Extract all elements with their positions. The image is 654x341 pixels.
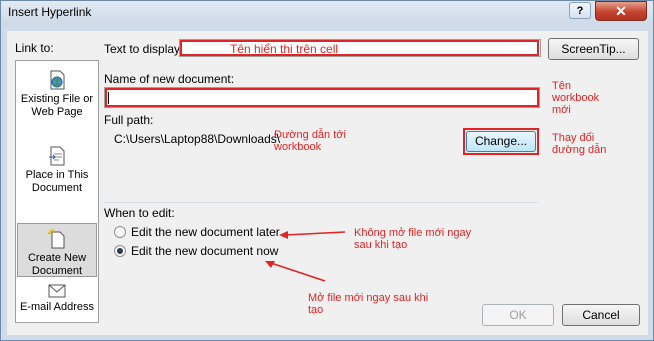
annotation-arrows [265, 231, 346, 282]
close-button[interactable]: ✕ [595, 1, 647, 21]
ok-button[interactable]: OK [482, 304, 554, 326]
insert-hyperlink-dialog: Insert Hyperlink ? ✕ Link to: Existing F… [0, 0, 654, 341]
arrow-later [284, 231, 346, 236]
arrow-later-head [279, 231, 288, 239]
annotation-now: Mở file mới ngay sau khi tạo [308, 292, 429, 316]
dialog-body: Link to: Existing File or Web Page Place… [7, 31, 648, 335]
dialog-title: Insert Hyperlink [8, 5, 92, 19]
annotation-later: Không mở file mới ngay sau khi tạo [354, 227, 472, 251]
cancel-button[interactable]: Cancel [562, 304, 640, 326]
title-bar[interactable]: Insert Hyperlink ? ✕ [1, 1, 653, 23]
help-button[interactable]: ? [569, 2, 591, 19]
arrow-now [270, 262, 326, 282]
